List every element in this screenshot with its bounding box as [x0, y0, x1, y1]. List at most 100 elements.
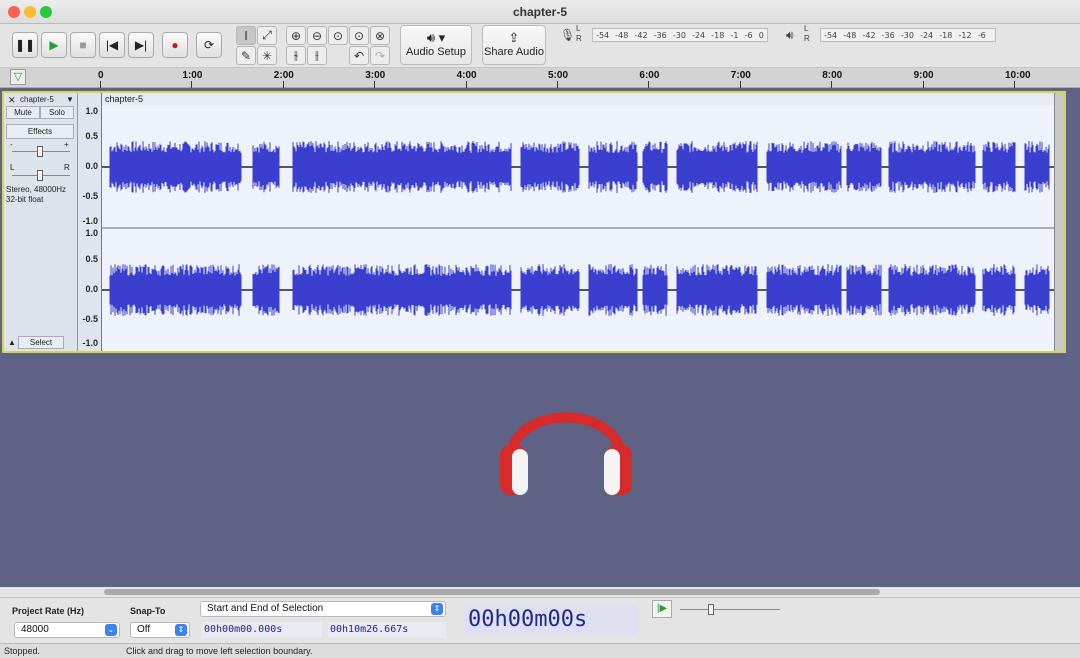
fit-project-button[interactable]: ⊙ [349, 26, 369, 45]
track-format-depth: 32-bit float [6, 195, 44, 204]
effects-button[interactable]: Effects [6, 124, 74, 139]
collapse-track-icon[interactable]: ▲ [8, 338, 16, 347]
zoom-in-button[interactable]: ⊕ [286, 26, 306, 45]
meter-tick-label: -36 [653, 30, 667, 40]
share-audio-button[interactable]: ⇪ Share Audio [482, 25, 546, 65]
ruler-tick [648, 81, 650, 88]
ruler-tick [739, 81, 741, 88]
gain-slider[interactable] [37, 146, 43, 157]
close-icon: ✕ [8, 95, 16, 105]
status-bar: Stopped. Click and drag to move left sel… [0, 643, 1080, 658]
solo-button[interactable]: Solo [40, 106, 74, 119]
selection-tool[interactable]: I [236, 26, 256, 45]
envelope-tool[interactable]: ⤢ [257, 26, 277, 45]
meter-tick-label: -54 [596, 30, 610, 40]
ruler-tick [100, 81, 101, 88]
ruler-tick-label: 5:00 [548, 70, 569, 81]
skip-to-start-button[interactable]: |◀ [99, 32, 125, 58]
speed-slider-track [680, 609, 780, 610]
horizontal-scroll-thumb[interactable] [104, 589, 880, 595]
stop-button[interactable]: ■ [70, 32, 96, 58]
audio-track[interactable]: ✕ chapter-5 ▼ Mute Solo Effects - + L R … [2, 91, 1066, 353]
redo-icon: ↷ [374, 48, 386, 63]
redo-button[interactable]: ↷ [370, 46, 390, 65]
record-icon: ● [171, 38, 179, 52]
waveform-area[interactable]: chapter-5 [102, 93, 1054, 351]
gain-minus-label: - [10, 140, 13, 149]
multi-tool[interactable]: ✳ [257, 46, 277, 65]
undo-button[interactable]: ↶ [349, 46, 369, 65]
mute-button[interactable]: Mute [6, 106, 40, 119]
pan-slider[interactable] [37, 170, 43, 181]
silence-audio-button[interactable]: ⫲ [307, 46, 327, 65]
share-audio-label: Share Audio [484, 46, 544, 58]
selection-mode-select[interactable]: Start and End of Selection ⇕ [200, 601, 446, 617]
vr-label: -1.0 [82, 216, 98, 226]
meter-l-label: L [576, 24, 581, 33]
meter-tick-label: -24 [692, 30, 706, 40]
vr-label: 0.0 [85, 161, 98, 171]
trim-audio-button[interactable]: ⫳ [286, 46, 306, 65]
meter-tick-label: -30 [900, 30, 914, 40]
audio-position-display[interactable]: 00h00m00s [464, 605, 638, 635]
select-track-button[interactable]: Select [18, 336, 64, 349]
close-track-button[interactable]: ✕ [8, 95, 16, 106]
selection-end-value: 00h10m26.667s [330, 624, 409, 635]
play-at-speed-control: |▶ [652, 600, 784, 618]
ruler-tick [831, 81, 833, 88]
vr-label: 0.5 [85, 254, 98, 264]
play-button[interactable]: ▶ [41, 32, 67, 58]
fit-selection-button[interactable]: ⊙ [328, 26, 348, 45]
loop-button[interactable]: ⟳ [196, 32, 222, 58]
meter-tick-label: -30 [672, 30, 686, 40]
pause-button[interactable]: ❚❚ [12, 32, 38, 58]
speed-slider[interactable] [708, 604, 714, 615]
timeline-ruler[interactable]: ▽ 0 1:00 2:00 3:00 4:00 5:00 6:00 7:00 8:00 9:00 1… [0, 68, 1080, 88]
zoom-toggle-button[interactable]: ⊗ [370, 26, 390, 45]
project-rate-select[interactable]: 48000 ⌄ [14, 622, 120, 638]
snap-to-select[interactable]: Off ⇕ [130, 622, 190, 638]
meter-tick-label: -12 [958, 30, 972, 40]
play-icon: ▶ [49, 38, 59, 52]
zoom-out-button[interactable]: ⊖ [307, 26, 327, 45]
chevron-down-icon: ⌄ [105, 624, 117, 636]
ruler-tick [1014, 81, 1015, 88]
track-name-menu[interactable]: chapter-5 [20, 95, 54, 104]
ruler-tick [191, 81, 193, 88]
vr-label: -1.0 [82, 338, 98, 348]
ruler-tick [374, 81, 376, 88]
skip-to-end-button[interactable]: ▶| [128, 32, 154, 58]
recording-meter[interactable]: 🎙︎ L R -54 -48 -42 -36 -30 -24 -18 -1 -6 0 [556, 24, 776, 44]
track-control-panel: ✕ chapter-5 ▼ Mute Solo Effects - + L R … [4, 93, 78, 351]
waveform[interactable] [102, 93, 1054, 351]
meter-l-label: L [804, 24, 809, 33]
selection-start-time[interactable]: 00h00m00.000s [202, 622, 322, 638]
track-vertical-scroll[interactable] [1054, 93, 1064, 351]
vr-label: 1.0 [85, 106, 98, 116]
ruler-tick-label: 9:00 [913, 70, 934, 81]
playback-meter-scale: -54 -48 -42 -36 -30 -24 -18 -12 -6 [820, 28, 996, 42]
meter-tick-label: -1 [730, 30, 739, 40]
play-at-speed-button[interactable]: |▶ [652, 600, 672, 618]
microphone-icon: 🎙︎ [560, 28, 576, 42]
audio-setup-button[interactable]: 🔊︎ ▾ Audio Setup [400, 25, 472, 65]
empty-project-area[interactable] [0, 355, 1080, 587]
record-button[interactable]: ● [162, 32, 188, 58]
meter-r-label: R [804, 34, 810, 43]
meter-tick-label: -6 [977, 30, 986, 40]
chevron-updown-icon: ⇕ [431, 603, 443, 615]
meter-tick-label: -6 [744, 30, 753, 40]
ruler-tick [922, 81, 924, 88]
fit-project-icon: ⊙ [353, 28, 365, 43]
undo-icon: ↶ [353, 48, 365, 63]
track-menu-arrow-icon[interactable]: ▼ [66, 95, 74, 104]
clip-name-bar[interactable]: chapter-5 [102, 93, 1054, 105]
zoom-in-icon: ⊕ [290, 28, 302, 43]
ruler-tick-label: 3:00 [365, 70, 386, 81]
draw-tool[interactable]: ✎ [236, 46, 256, 65]
playback-meter[interactable]: 🔊︎ L R -54 -48 -42 -36 -30 -24 -18 -12 -6 [784, 24, 1004, 44]
timeline-options-button[interactable]: ▽ [10, 69, 26, 85]
horizontal-scrollbar[interactable] [0, 587, 1080, 597]
selection-end-time[interactable]: 00h10m26.667s [328, 622, 446, 638]
selection-start-value: 00h00m00.000s [204, 624, 283, 635]
